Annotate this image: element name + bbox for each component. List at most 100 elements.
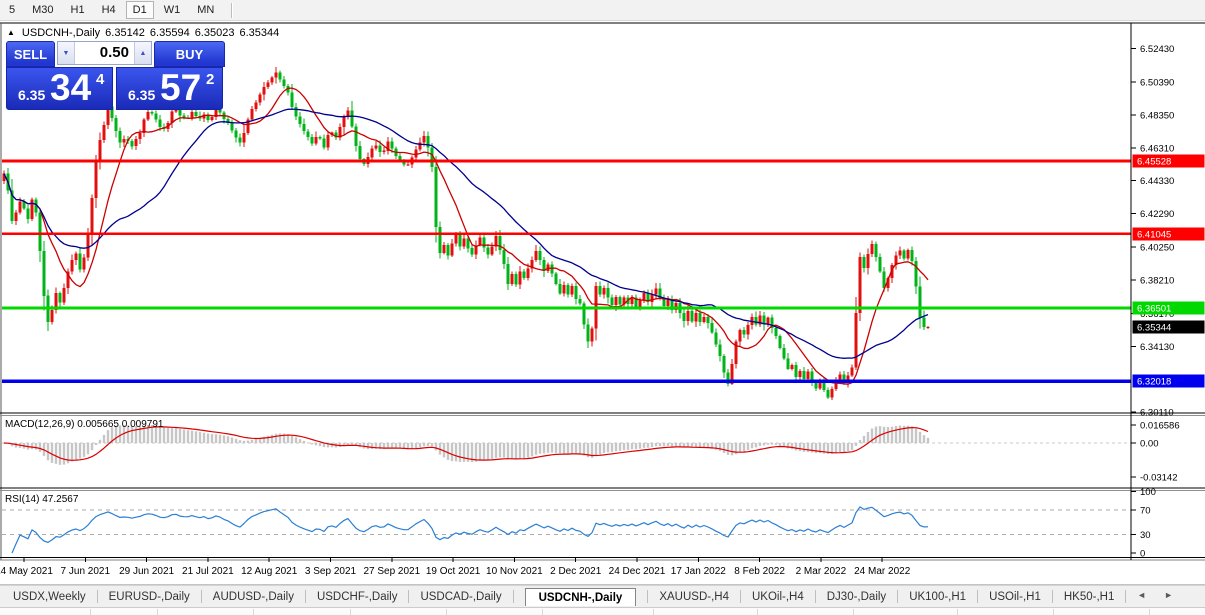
svg-text:6.34130: 6.34130 [1140,342,1174,353]
svg-text:12 Aug 2021: 12 Aug 2021 [241,566,298,577]
date-axis[interactable]: 14 May 2021 7 Jun 2021 29 Jun 2021 21 Jul 2… [0,558,911,577]
chart-tab-hk50-h1[interactable]: HK50-,H1 [1064,588,1115,606]
chart-tab-uk100-h1[interactable]: UK100-,H1 [909,588,966,606]
tab-separator [200,590,202,603]
svg-text:6.42290: 6.42290 [1140,209,1174,220]
chart-tab-usdchf-daily[interactable]: USDCHF-,Daily [317,588,398,606]
svg-text:6.52430: 6.52430 [1140,44,1174,55]
svg-text:-0.03142: -0.03142 [1140,473,1178,484]
macd-label: MACD(12,26,9) 0.005665 0.009791 [5,419,164,430]
one-click-trading-panel: SELL ▼ 0.50 ▲ BUY 6.35 34 4 6.35 57 2 [6,41,225,110]
svg-text:3 Sep 2021: 3 Sep 2021 [305,566,357,577]
svg-text:6.41045: 6.41045 [1137,229,1171,240]
horizontal-level-lines[interactable] [2,159,1131,383]
chart-tab-usdcnh-daily[interactable]: USDCNH-,Daily [524,587,637,606]
tab-separator [739,590,741,603]
tab-separator [814,590,816,603]
chart-tab-usoil-h1[interactable]: USOil-,H1 [989,588,1041,606]
volume-increase-button[interactable]: ▲ [134,42,151,64]
timeframe-toolbar: 5 M30 H1 H4 D1 W1 MN [0,0,1205,21]
svg-text:10 Nov 2021: 10 Nov 2021 [486,566,543,577]
collapse-panel-icon[interactable]: ▲ [7,28,15,37]
svg-text:6.30110: 6.30110 [1140,408,1174,419]
svg-text:6.36501: 6.36501 [1137,304,1171,315]
tab-scroll-arrows[interactable]: ◄► [1137,590,1191,600]
toolbar-separator [231,2,234,18]
timeframe-button-d1[interactable]: D1 [125,1,154,19]
sell-price-digits: 34 [50,67,92,108]
svg-text:27 Sep 2021: 27 Sep 2021 [363,566,420,577]
sell-button[interactable]: SELL [6,41,55,67]
tab-separator [897,590,899,603]
sell-price-box[interactable]: 6.35 34 4 [6,67,113,110]
ohlc-close: 6.35344 [239,27,280,39]
timeframe-button-h4[interactable]: H4 [95,1,123,19]
timeframe-button-mn[interactable]: MN [190,1,221,19]
buy-price-box[interactable]: 6.35 57 2 [116,67,223,110]
chart-tab-bar: USDX,Weekly EURUSD-,Daily AUDUSD-,Daily USD… [0,585,1205,607]
statusbar-separator [957,609,958,615]
svg-text:24 Dec 2021: 24 Dec 2021 [609,566,666,577]
statusbar-separator [157,609,158,615]
chart-tab-eurusd-daily[interactable]: EURUSD-,Daily [109,588,190,606]
tab-separator [647,590,649,603]
timeframe-button-5[interactable]: 5 [2,1,22,19]
svg-text:70: 70 [1140,505,1151,516]
status-bar [0,607,1205,615]
chart-tab-dj30-daily[interactable]: DJ30-,Daily [827,588,886,606]
chart-tab-usdcad-daily[interactable]: USDCAD-,Daily [420,588,501,606]
tab-separator [304,590,306,603]
tab-separator [408,590,410,603]
svg-text:21 Jul 2021: 21 Jul 2021 [182,566,234,577]
volume-input[interactable]: 0.50 [75,42,134,64]
chart-symbol-label: USDCNH-,Daily [21,27,101,39]
statusbar-separator [446,609,447,615]
svg-text:2 Dec 2021: 2 Dec 2021 [550,566,602,577]
statusbar-separator [90,609,91,615]
svg-text:6.38210: 6.38210 [1140,276,1174,287]
tab-separator [1051,590,1053,603]
buy-price-superscript: 2 [206,71,215,88]
timeframe-button-m30[interactable]: M30 [25,1,60,19]
svg-text:30: 30 [1140,530,1151,541]
timeframe-button-h1[interactable]: H1 [64,1,92,19]
tab-separator [977,590,979,603]
svg-text:6.44330: 6.44330 [1140,176,1174,187]
svg-text:6.50390: 6.50390 [1140,77,1174,88]
price-axis[interactable]: 6.52430 6.50390 6.48350 6.46310 6.44330 6.422… [1131,44,1205,560]
rsi-panel[interactable] [2,506,1131,554]
statusbar-separator [1053,609,1054,615]
sell-price-prefix: 6.35 [18,87,46,103]
statusbar-separator [253,609,254,615]
statusbar-separator [542,609,543,615]
tab-separator [512,590,514,603]
chart-tab-ukoil-h4[interactable]: UKOil-,H4 [752,588,804,606]
ohlc-low: 6.35023 [194,27,235,39]
svg-text:0: 0 [1140,549,1145,560]
triangle-down-icon: ▼ [62,49,70,57]
svg-text:6.35344: 6.35344 [1137,322,1171,333]
svg-text:14 May 2021: 14 May 2021 [0,566,53,577]
svg-text:6.46310: 6.46310 [1140,144,1174,155]
ohlc-high: 6.35594 [149,27,190,39]
buy-button[interactable]: BUY [154,41,225,67]
svg-text:17 Jan 2022: 17 Jan 2022 [671,566,726,577]
svg-text:29 Jun 2021: 29 Jun 2021 [119,566,174,577]
svg-text:MACD(12,26,9) 0.005665 0.00979: MACD(12,26,9) 0.005665 0.009791 [5,419,164,430]
tab-separator [1125,590,1127,603]
buy-price-digits: 57 [160,67,202,108]
svg-text:24 Mar 2022: 24 Mar 2022 [854,566,911,577]
statusbar-separator [653,609,654,615]
chart-tab-audusd-daily[interactable]: AUDUSD-,Daily [213,588,294,606]
svg-text:19 Oct 2021: 19 Oct 2021 [426,566,481,577]
statusbar-separator [350,609,351,615]
timeframe-button-w1[interactable]: W1 [157,1,188,19]
statusbar-separator [853,609,854,615]
volume-decrease-button[interactable]: ▼ [58,42,75,64]
svg-text:0.016586: 0.016586 [1140,420,1180,431]
chart-tab-usdx-weekly[interactable]: USDX,Weekly [13,588,86,606]
chart-tab-xauusd-h4[interactable]: XAUUSD-,H4 [659,588,729,606]
trading-terminal-window: 5 M30 H1 H4 D1 W1 MN 6.52430 6.50390 6.48350 6.46… [0,0,1205,615]
macd-panel[interactable] [2,425,1131,465]
svg-text:6.40250: 6.40250 [1140,242,1174,253]
